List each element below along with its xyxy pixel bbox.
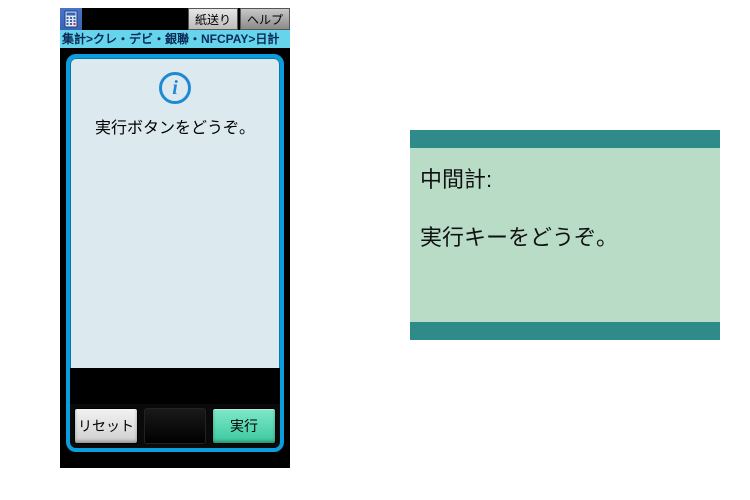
titlebar-spacer — [82, 8, 186, 30]
help-button[interactable]: ヘルプ — [240, 8, 290, 30]
button-row: リセット 実行 — [70, 404, 280, 448]
paper-feed-button[interactable]: 紙送り — [188, 8, 238, 30]
reset-button[interactable]: リセット — [74, 408, 138, 444]
screen: i 実行ボタンをどうぞ。 リセット 実行 — [66, 54, 284, 452]
screen-footer-strip — [70, 368, 280, 404]
screen-body: i 実行ボタンをどうぞ。 — [70, 58, 280, 368]
execute-button[interactable]: 実行 — [212, 408, 276, 444]
calculator-icon — [60, 8, 82, 30]
middle-blank-button — [144, 408, 206, 444]
panel-message: 実行キーをどうぞ。 — [420, 220, 710, 252]
screen-message: 実行ボタンをどうぞ。 — [78, 114, 272, 138]
breadcrumb: 集計>クレ・デビ・銀聯・NFCPAY>日計 — [60, 30, 290, 48]
terminal-device: 紙送り ヘルプ 集計>クレ・デビ・銀聯・NFCPAY>日計 i 実行ボタンをどう… — [60, 8, 290, 468]
title-bar: 紙送り ヘルプ — [60, 8, 290, 30]
side-display-panel: 中間計: 実行キーをどうぞ。 — [410, 130, 720, 340]
panel-title: 中間計: — [420, 162, 710, 194]
info-icon: i — [159, 72, 191, 104]
